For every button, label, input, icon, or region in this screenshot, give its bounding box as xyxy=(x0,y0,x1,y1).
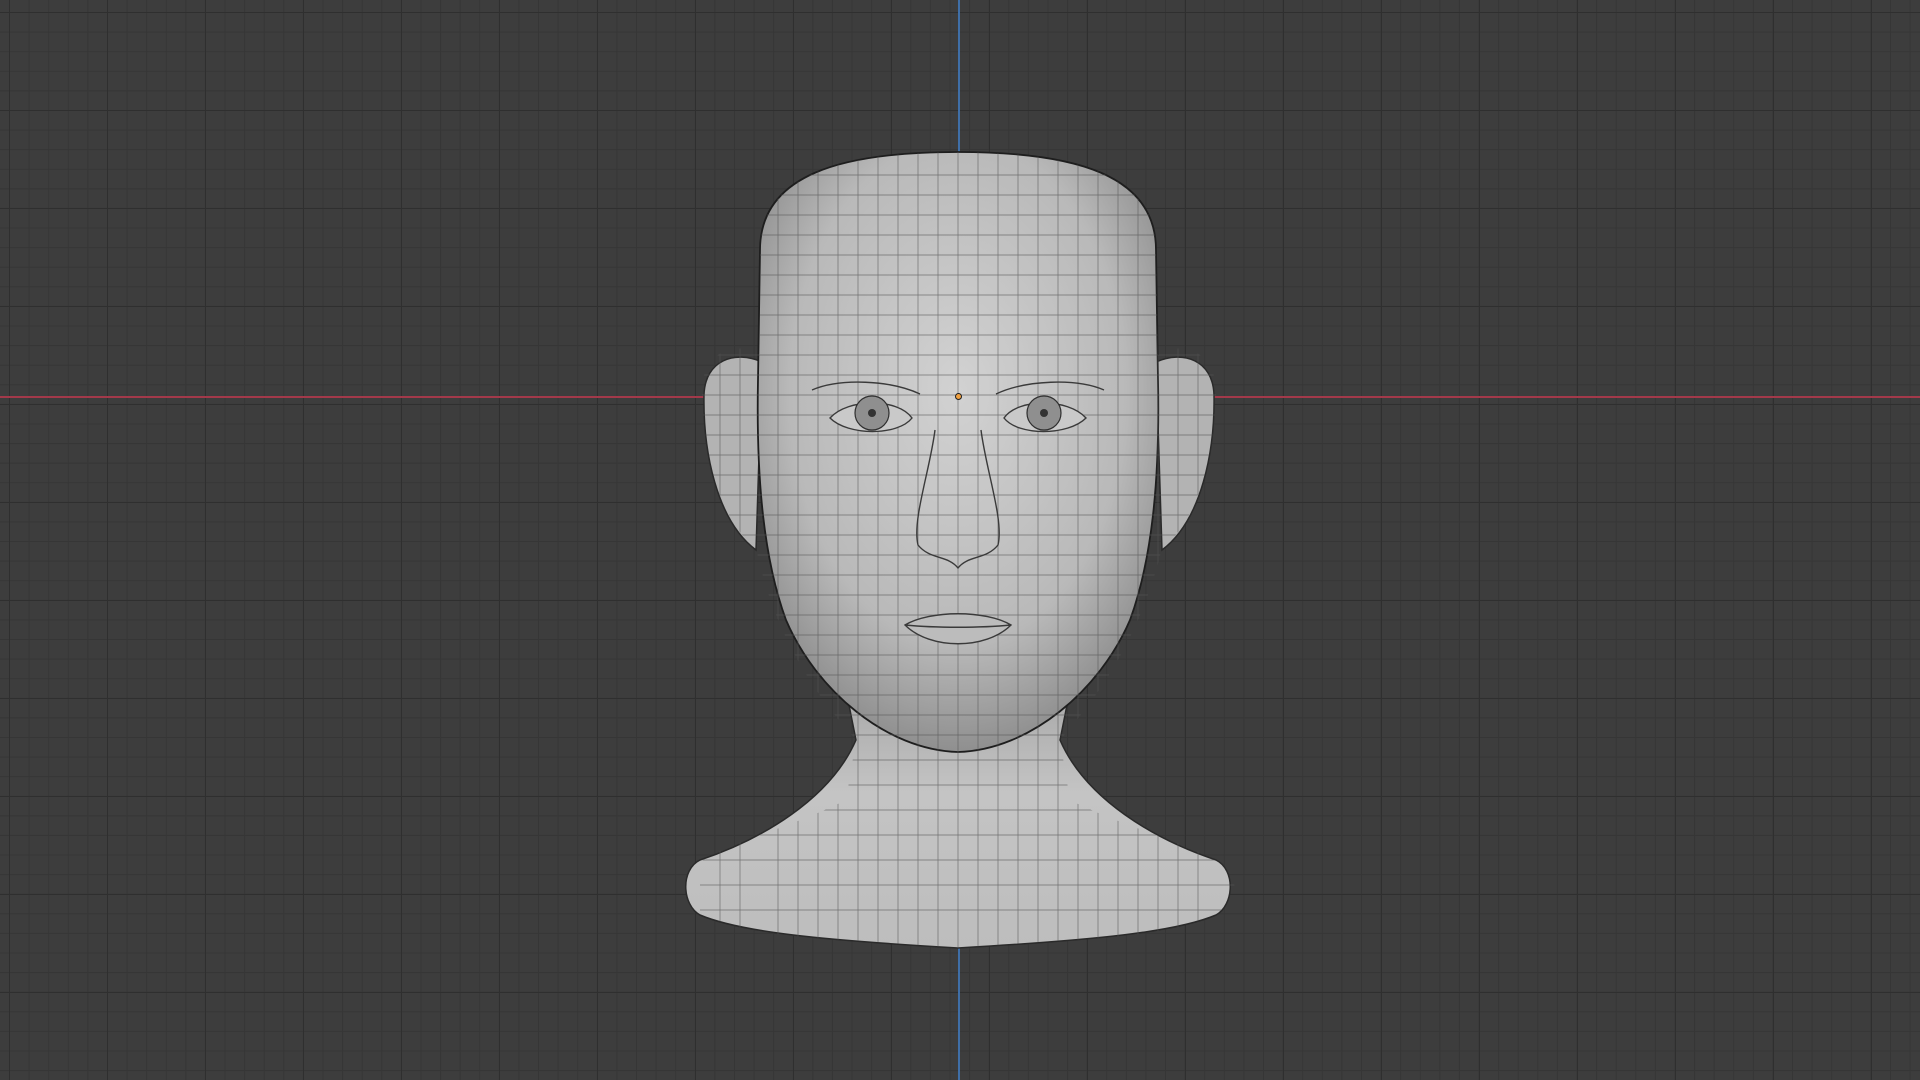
object-origin-point[interactable] xyxy=(955,393,962,400)
head-mesh-object[interactable] xyxy=(0,0,1920,1080)
3d-viewport[interactable] xyxy=(0,0,1920,1080)
left-ear xyxy=(703,356,763,552)
right-ear xyxy=(1155,356,1215,552)
